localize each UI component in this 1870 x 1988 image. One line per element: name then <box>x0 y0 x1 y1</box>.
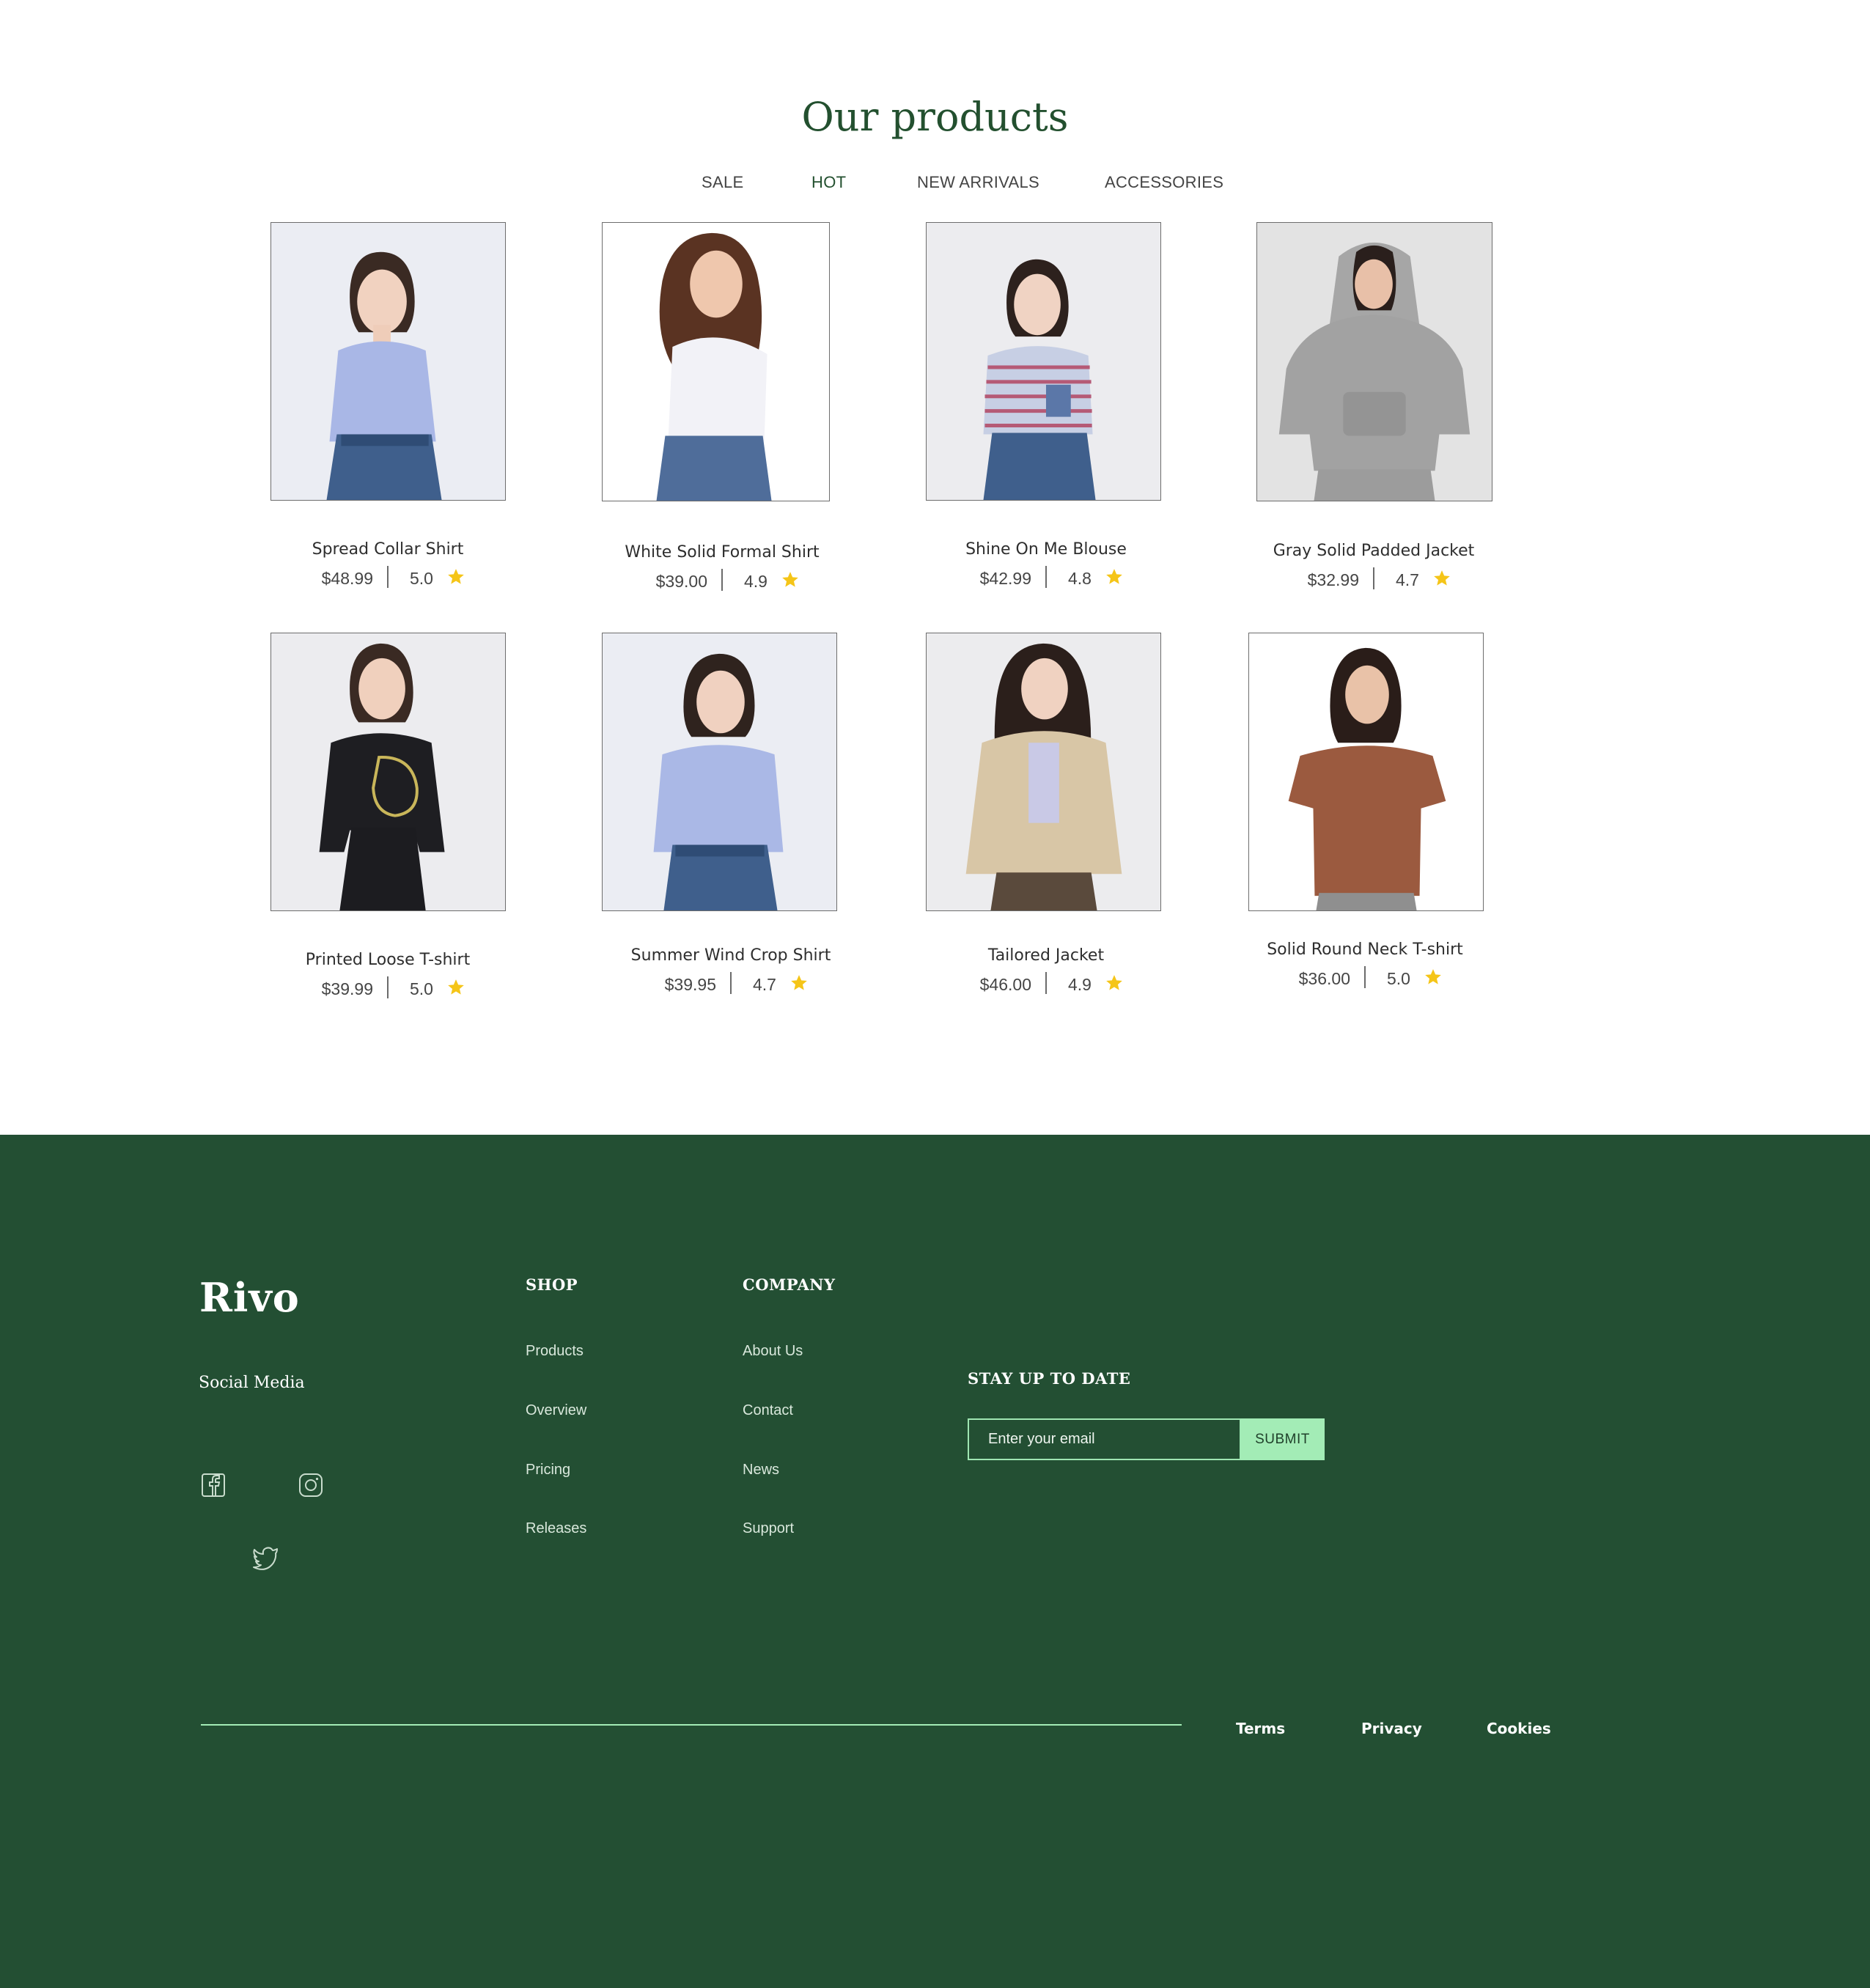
product-rating: 4.9 <box>744 572 767 591</box>
submit-button[interactable]: SUBMIT <box>1240 1418 1325 1460</box>
product-rating: 4.7 <box>1396 570 1419 589</box>
tab-hot[interactable]: HOT <box>811 173 846 192</box>
product-card[interactable]: Printed Loose T-shirt $39.99 5.0 <box>227 633 549 1043</box>
product-meta: $48.99 5.0 <box>227 566 549 591</box>
product-rating: 4.7 <box>753 975 776 994</box>
star-icon <box>791 975 807 990</box>
product-meta: $39.00 4.9 <box>561 569 883 594</box>
terms-link[interactable]: Terms <box>1236 1720 1285 1737</box>
meta-divider <box>387 566 389 588</box>
star-icon <box>1434 570 1450 586</box>
product-name[interactable]: Tailored Jacket <box>885 946 1207 965</box>
star-icon <box>448 979 464 995</box>
footer-link-news[interactable]: News <box>743 1462 779 1479</box>
privacy-link[interactable]: Privacy <box>1361 1720 1422 1737</box>
product-price: $48.99 <box>321 569 373 588</box>
meta-divider <box>1364 966 1366 988</box>
products-section: Our products SALE HOT NEW ARRIVALS ACCES… <box>0 0 1870 1135</box>
star-icon <box>1106 569 1122 584</box>
product-price: $39.95 <box>664 975 716 994</box>
product-card[interactable]: Shine On Me Blouse $42.99 4.8 <box>885 222 1207 633</box>
star-icon <box>448 569 464 584</box>
product-rating: 4.8 <box>1068 569 1092 588</box>
footer-link-about-us[interactable]: About Us <box>743 1343 803 1360</box>
product-image[interactable] <box>602 222 830 501</box>
footer-divider <box>201 1724 1182 1726</box>
product-card[interactable]: Gray Solid Padded Jacket $32.99 4.7 <box>1212 222 1535 633</box>
product-meta: $42.99 4.8 <box>885 566 1207 591</box>
footer-link-releases[interactable]: Releases <box>526 1520 586 1537</box>
category-tabs: SALE HOT NEW ARRIVALS ACCESSORIES <box>0 0 1870 220</box>
social-media-heading: Social Media <box>199 1374 305 1392</box>
star-icon <box>1425 969 1441 984</box>
product-image[interactable] <box>1256 222 1492 501</box>
email-input[interactable] <box>968 1418 1241 1460</box>
instagram-icon[interactable] <box>297 1471 325 1499</box>
meta-divider <box>730 972 732 994</box>
meta-divider <box>1373 567 1374 589</box>
meta-divider <box>1045 972 1047 994</box>
star-icon <box>782 572 798 587</box>
product-name[interactable]: Printed Loose T-shirt <box>227 951 549 969</box>
product-price: $36.00 <box>1298 969 1350 988</box>
brand-logo[interactable]: Rivo <box>199 1274 300 1321</box>
product-meta: $39.95 4.7 <box>570 972 892 997</box>
tab-accessories[interactable]: ACCESSORIES <box>1105 173 1223 192</box>
product-meta: $36.00 5.0 <box>1204 966 1526 991</box>
product-card[interactable]: Summer Wind Crop Shirt $39.95 4.7 <box>570 633 892 1043</box>
cookies-link[interactable]: Cookies <box>1487 1720 1551 1737</box>
facebook-icon[interactable] <box>199 1471 227 1499</box>
product-price: $39.00 <box>655 572 707 591</box>
company-column-title: COMPANY <box>743 1275 836 1294</box>
product-name[interactable]: Shine On Me Blouse <box>885 540 1207 559</box>
footer-link-support[interactable]: Support <box>743 1520 794 1537</box>
tab-sale[interactable]: SALE <box>702 173 743 192</box>
meta-divider <box>387 976 389 998</box>
product-name[interactable]: Spread Collar Shirt <box>227 540 549 559</box>
product-image[interactable] <box>1248 633 1484 911</box>
product-rating: 4.9 <box>1068 975 1092 994</box>
product-card[interactable]: Solid Round Neck T-shirt $36.00 5.0 <box>1204 633 1526 1043</box>
product-price: $39.99 <box>321 979 373 998</box>
product-rating: 5.0 <box>410 569 433 588</box>
product-meta: $32.99 4.7 <box>1212 567 1535 592</box>
twitter-icon[interactable] <box>251 1542 279 1570</box>
shop-column-title: SHOP <box>526 1275 578 1294</box>
product-image[interactable] <box>602 633 837 911</box>
product-name[interactable]: White Solid Formal Shirt <box>561 543 883 562</box>
meta-divider <box>721 569 723 591</box>
product-image[interactable] <box>926 222 1161 501</box>
product-price: $42.99 <box>979 569 1031 588</box>
product-rating: 5.0 <box>1387 969 1410 988</box>
product-image[interactable] <box>270 633 506 911</box>
product-image[interactable] <box>926 633 1161 911</box>
product-name[interactable]: Summer Wind Crop Shirt <box>570 946 892 965</box>
star-icon <box>1106 975 1122 990</box>
newsletter-title: STAY UP TO DATE <box>968 1369 1131 1388</box>
product-meta: $39.99 5.0 <box>227 976 549 1001</box>
footer-link-contact[interactable]: Contact <box>743 1402 793 1419</box>
footer-link-overview[interactable]: Overview <box>526 1402 586 1419</box>
meta-divider <box>1045 566 1047 588</box>
product-name[interactable]: Solid Round Neck T-shirt <box>1204 940 1526 959</box>
product-price: $46.00 <box>979 975 1031 994</box>
site-footer: Rivo Social Media SHOP Products Overview… <box>0 1135 1870 1988</box>
product-card[interactable]: Spread Collar Shirt $48.99 5.0 <box>227 222 549 633</box>
product-name[interactable]: Gray Solid Padded Jacket <box>1212 542 1535 560</box>
footer-link-products[interactable]: Products <box>526 1343 584 1360</box>
product-meta: $46.00 4.9 <box>885 972 1207 997</box>
product-price: $32.99 <box>1307 570 1359 589</box>
product-card[interactable]: White Solid Formal Shirt $39.00 4.9 <box>561 222 883 633</box>
product-image[interactable] <box>270 222 506 501</box>
product-card[interactable]: Tailored Jacket $46.00 4.9 <box>885 633 1207 1043</box>
product-rating: 5.0 <box>410 979 433 998</box>
footer-link-pricing[interactable]: Pricing <box>526 1462 570 1479</box>
tab-new-arrivals[interactable]: NEW ARRIVALS <box>917 173 1039 192</box>
